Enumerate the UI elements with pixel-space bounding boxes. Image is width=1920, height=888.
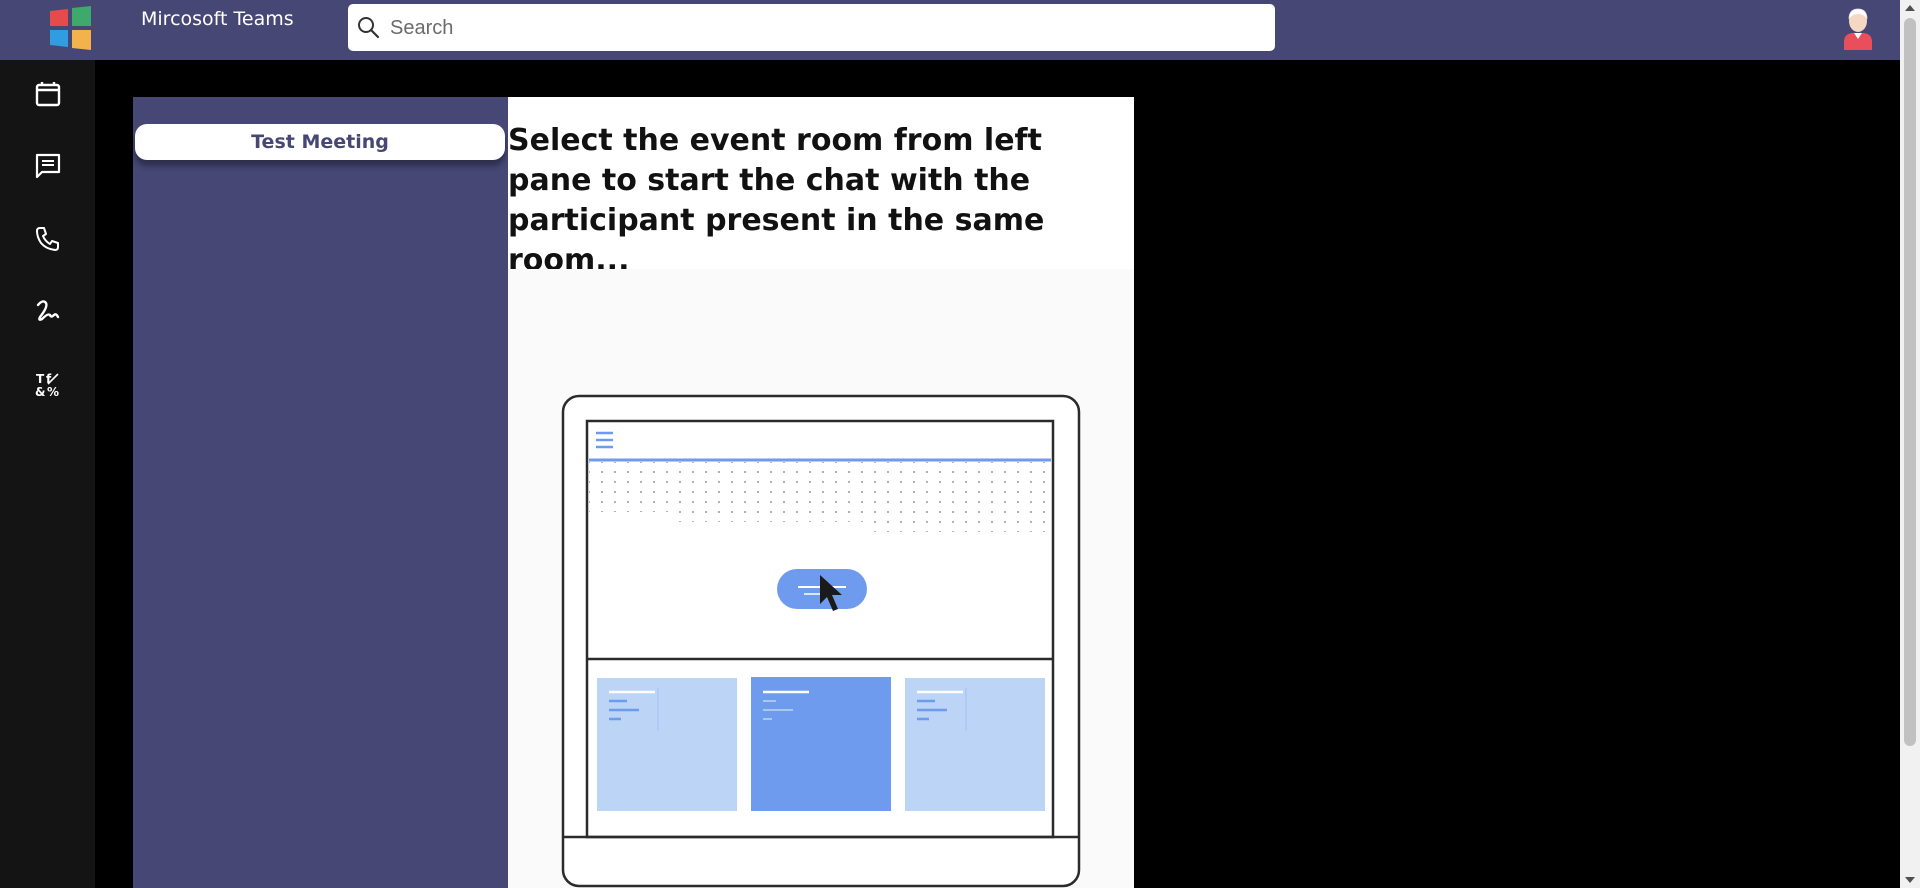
signature-icon — [36, 300, 60, 321]
rail-item-calls[interactable] — [22, 213, 74, 265]
search-icon — [358, 17, 380, 39]
svg-text:&: & — [35, 385, 45, 398]
rail-item-chat[interactable] — [22, 140, 74, 192]
event-rooms-panel: Test Meeting — [133, 97, 508, 888]
rail-item-signature[interactable] — [22, 285, 74, 337]
scroll-down-arrow-icon[interactable] — [1905, 877, 1915, 883]
scroll-thumb[interactable] — [1904, 18, 1916, 746]
search-input[interactable] — [388, 4, 1252, 53]
top-bar: Mircosoft Teams — [0, 0, 1900, 60]
svg-text:T: T — [36, 372, 45, 386]
room-select-illustration — [561, 394, 1081, 888]
chat-icon — [35, 153, 61, 179]
rail-item-calendar[interactable] — [22, 68, 74, 120]
user-avatar[interactable] — [1838, 6, 1878, 50]
search-box[interactable] — [348, 4, 1275, 53]
left-rail: T f & % — [0, 60, 95, 888]
phone-icon — [36, 227, 59, 251]
app-title: Mircosoft Teams — [141, 8, 294, 30]
event-room-label: Test Meeting — [251, 131, 389, 153]
windows-logo-icon — [48, 6, 92, 50]
rail-item-text-format[interactable]: T f & % — [22, 358, 74, 410]
main-content: Select the event room from left pane to … — [508, 97, 1134, 888]
instruction-text: Select the event room from left pane to … — [508, 123, 1045, 278]
scroll-up-arrow-icon[interactable] — [1905, 5, 1915, 11]
page-scrollbar[interactable] — [1900, 0, 1920, 888]
calendar-icon — [35, 82, 61, 107]
event-room-test-meeting[interactable]: Test Meeting — [135, 124, 505, 160]
text-format-icon: T f & % — [35, 372, 59, 398]
svg-text:%: % — [47, 385, 59, 398]
